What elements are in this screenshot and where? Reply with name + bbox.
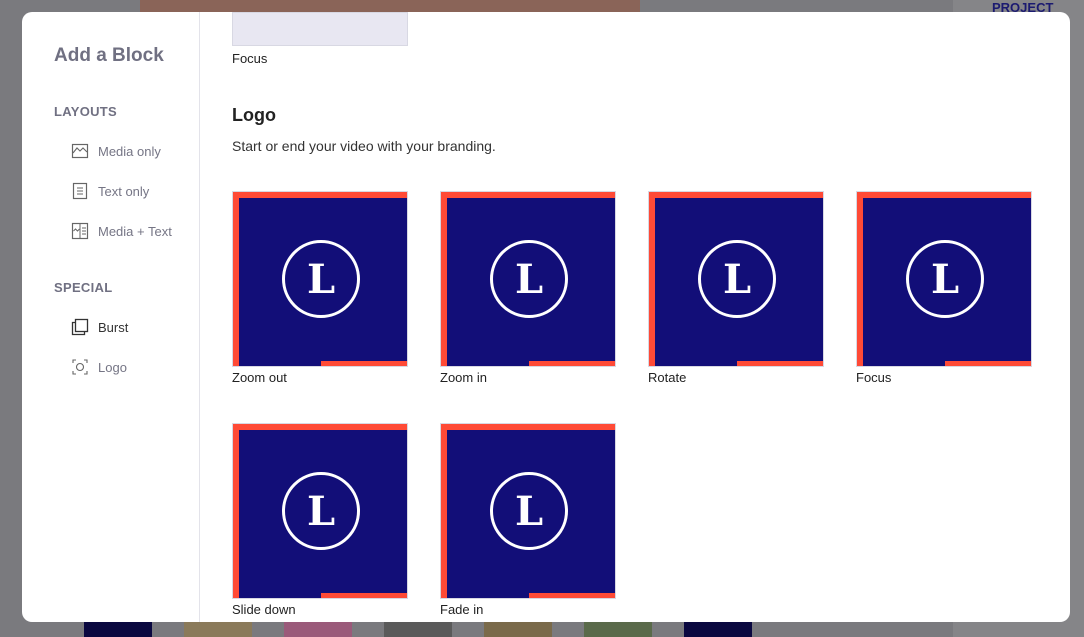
sidebar-item-label: Logo — [98, 359, 127, 375]
background-thumbnail — [184, 622, 252, 637]
sidebar-item-media-only[interactable]: Media only — [71, 142, 161, 160]
tile-label: Fade in — [440, 602, 484, 617]
logo-block-tile[interactable]: L — [648, 191, 824, 367]
sidebar-item-text-only[interactable]: Text only — [71, 182, 149, 200]
sidebar-item-burst[interactable]: Burst — [71, 318, 128, 336]
logo-mark: L — [906, 240, 984, 318]
background-thumbnail — [484, 622, 552, 637]
media-text-icon — [71, 222, 89, 240]
tile-label: Focus — [232, 51, 268, 66]
accent-bar — [441, 192, 447, 366]
section-layouts: LAYOUTS — [54, 104, 118, 119]
logo-mark: L — [490, 472, 568, 550]
image-icon — [71, 143, 89, 159]
logo-block-tile[interactable]: L — [232, 423, 408, 599]
modal-title: Add a Block — [54, 45, 164, 66]
logo-block-tile[interactable]: L — [440, 423, 616, 599]
accent-bar — [649, 192, 655, 366]
sidebar-item-label: Burst — [98, 319, 129, 335]
accent-bar — [649, 192, 823, 198]
sidebar-item-logo[interactable]: Logo — [71, 358, 127, 376]
accent-bar — [233, 424, 239, 598]
section-special: SPECIAL — [54, 280, 113, 295]
tile-label: Slide down — [232, 602, 296, 617]
sidebar-item-label: Media + Text — [98, 223, 172, 239]
tile-label: Focus — [856, 370, 892, 385]
accent-bar — [321, 593, 407, 598]
block-gallery: Focus Logo Start or end your video with … — [200, 12, 1070, 622]
section-title: Logo — [232, 105, 276, 125]
burst-icon — [71, 318, 89, 336]
accent-bar — [529, 361, 615, 366]
sidebar: Add a Block LAYOUTS Media only Text only… — [22, 12, 200, 622]
accent-bar — [945, 361, 1031, 366]
accent-bar — [233, 192, 239, 366]
accent-bar — [441, 424, 447, 598]
tile-label: Zoom in — [440, 370, 487, 385]
text-icon — [72, 182, 88, 200]
logo-mark: L — [698, 240, 776, 318]
accent-bar — [441, 424, 615, 430]
focus-tile-previous[interactable] — [232, 12, 408, 46]
accent-bar — [857, 192, 863, 366]
accent-bar — [233, 192, 407, 198]
accent-bar — [233, 424, 407, 430]
logo-block-tile[interactable]: L — [856, 191, 1032, 367]
accent-bar — [529, 593, 615, 598]
accent-bar — [441, 192, 615, 198]
logo-block-tile[interactable]: L — [440, 191, 616, 367]
background-thumbnail — [84, 622, 152, 637]
background-thumbnail — [684, 622, 752, 637]
background-thumbnail — [284, 622, 352, 637]
logo-frame-icon — [72, 359, 88, 375]
sidebar-item-media-text[interactable]: Media + Text — [71, 222, 172, 240]
logo-mark: L — [282, 472, 360, 550]
logo-mark: L — [490, 240, 568, 318]
background-preview — [140, 0, 640, 12]
add-block-modal: Add a Block LAYOUTS Media only Text only… — [22, 12, 1070, 622]
accent-bar — [857, 192, 1031, 198]
background-thumbnail — [384, 622, 452, 637]
tile-label: Zoom out — [232, 370, 287, 385]
section-description: Start or end your video with your brandi… — [232, 138, 496, 154]
accent-bar — [321, 361, 407, 366]
background-thumbnail — [584, 622, 652, 637]
logo-block-tile[interactable]: L — [232, 191, 408, 367]
sidebar-item-label: Text only — [98, 183, 150, 199]
logo-mark: L — [282, 240, 360, 318]
accent-bar — [737, 361, 823, 366]
sidebar-item-label: Media only — [98, 143, 161, 159]
tile-label: Rotate — [648, 370, 687, 385]
